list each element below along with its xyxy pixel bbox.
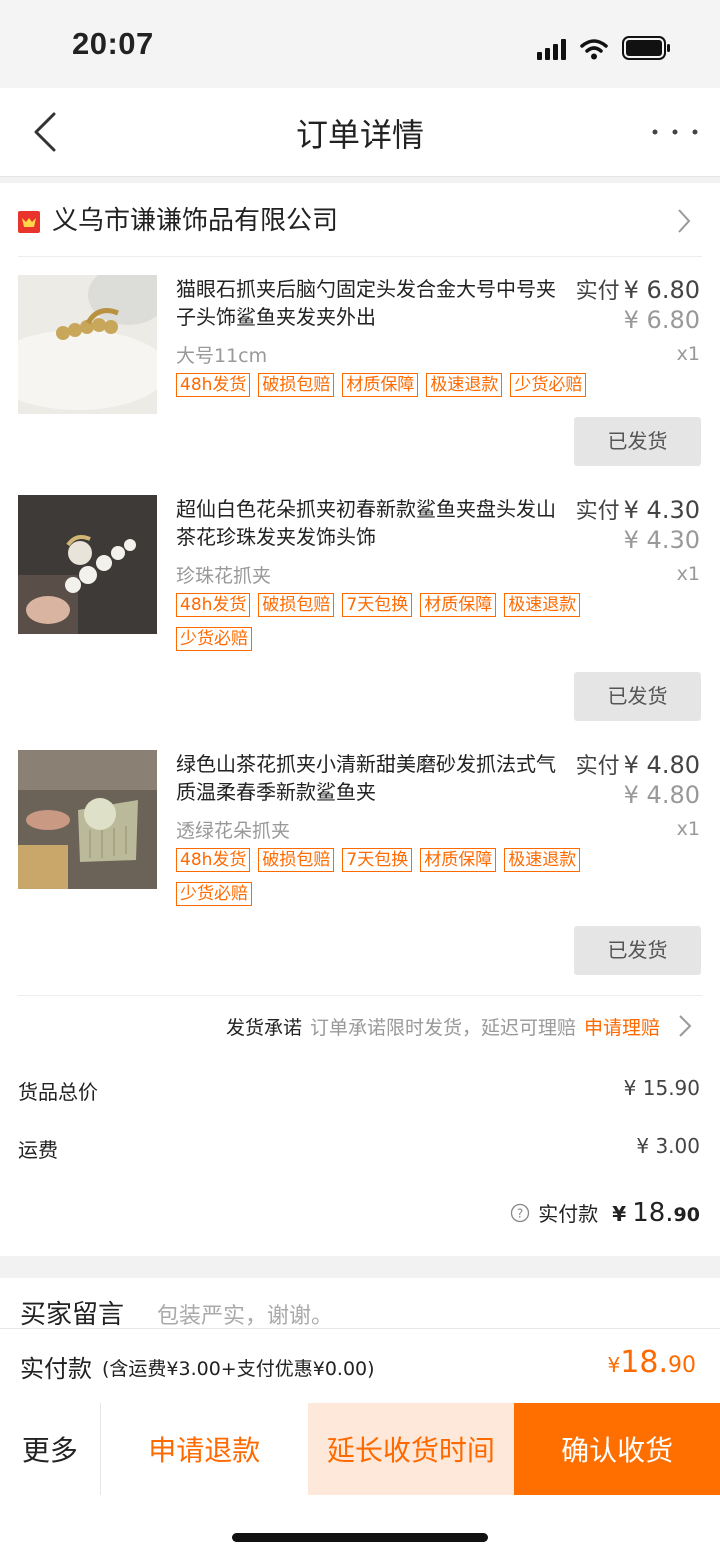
signal-icon	[537, 38, 566, 60]
shop-name: 义乌市谦谦饰品有限公司	[52, 206, 339, 236]
shipping-fee-value: ¥ 3.00	[636, 1134, 700, 1158]
product-title[interactable]: 猫眼石抓夹后脑勺固定头发合金大号中号夹子头饰鲨鱼夹发夹外出	[176, 275, 556, 331]
nav-bar: 订单详情	[0, 88, 720, 177]
pay-label: 实付款	[20, 1355, 92, 1383]
service-tag: 48h发货	[176, 593, 251, 617]
page-title: 订单详情	[295, 116, 424, 154]
service-tag: 少货必赔	[176, 627, 252, 651]
service-tag: 材质保障	[420, 593, 497, 617]
promise-label: 发货承诺	[225, 1016, 302, 1039]
service-tag: 破损包赔	[258, 593, 335, 617]
home-indicator[interactable]	[232, 1533, 488, 1542]
service-tag: 7天包换	[342, 593, 413, 617]
service-tags: 48h发货 破损包赔 材质保障 极速退款 少货必赔	[176, 373, 636, 397]
action-bar: 更多 申请退款 延长收货时间 确认收货	[0, 1403, 720, 1495]
price-original: ¥ 4.30	[623, 526, 700, 554]
promise-text: 订单承诺限时发货，延迟可理赔	[309, 1016, 576, 1039]
price-actual: 实付 ¥ 4.80	[576, 750, 700, 782]
product-spec: 珍珠花抓夹	[176, 565, 272, 587]
product-qty: x1	[676, 818, 700, 840]
price-actual-label: 实付	[575, 279, 620, 304]
service-tag: 破损包赔	[258, 373, 335, 397]
paid-total-currency: ¥	[612, 1202, 627, 1226]
price-original: ¥ 6.80	[623, 306, 700, 334]
service-tags: 48h发货 破损包赔 7天包换 材质保障 极速退款 少货必赔	[176, 593, 636, 651]
shipping-promise-row[interactable]: 发货承诺 订单承诺限时发货，延迟可理赔 申请理赔	[226, 1011, 692, 1041]
shipped-status-button[interactable]: 已发货	[574, 926, 701, 975]
service-tag: 少货必赔	[176, 882, 252, 906]
price-actual: 实付 ¥ 6.80	[576, 275, 700, 307]
divider	[18, 995, 702, 996]
request-refund-button[interactable]: 申请退款	[100, 1403, 308, 1495]
paid-total-decimal: 90	[673, 1204, 700, 1226]
goods-total-value: ¥ 15.90	[623, 1076, 700, 1100]
product-qty: x1	[676, 563, 700, 585]
service-tag: 材质保障	[342, 373, 419, 397]
shipping-fee-row: 运费 ¥ 3.00	[18, 1134, 700, 1164]
product-qty: x1	[676, 343, 700, 365]
service-tag: 极速退款	[426, 373, 503, 397]
claim-link[interactable]: 申请理赔	[584, 1013, 660, 1040]
buyer-message-label: 买家留言	[20, 1300, 125, 1328]
product-title[interactable]: 超仙白色花朵抓夹初春新款鲨鱼夹盘头发山茶花珍珠发夹发饰头饰	[176, 495, 556, 551]
shop-header[interactable]: 义乌市谦谦饰品有限公司	[18, 201, 700, 241]
chevron-right-icon	[676, 207, 692, 235]
divider	[18, 256, 702, 257]
service-tag: 极速退款	[504, 593, 581, 617]
more-dots-icon[interactable]	[650, 124, 700, 138]
status-bar: 20:07	[0, 0, 720, 88]
status-time: 20:07	[72, 26, 154, 61]
buyer-message-card: 买家留言 包装严实，谢谢。	[0, 1278, 720, 1328]
confirm-receipt-button[interactable]: 确认收货	[514, 1403, 720, 1495]
price-actual-label: 实付	[575, 754, 620, 779]
price-actual: 实付 ¥ 4.30	[576, 495, 700, 527]
service-tag: 材质保障	[420, 848, 497, 872]
product-spec: 大号11cm	[176, 345, 268, 367]
more-button[interactable]: 更多	[0, 1403, 101, 1495]
service-tag: 极速退款	[504, 848, 581, 872]
shipping-fee-label: 运费	[18, 1138, 58, 1162]
pay-amount: ¥18.90	[608, 1345, 696, 1380]
pay-currency: ¥	[607, 1353, 621, 1377]
service-tag: 少货必赔	[510, 373, 587, 397]
service-tag: 7天包换	[342, 848, 413, 872]
service-tags: 48h发货 破损包赔 7天包换 材质保障 极速退款 少货必赔	[176, 848, 636, 906]
service-tag: 48h发货	[176, 848, 251, 872]
product-spec: 透绿花朵抓夹	[176, 820, 291, 842]
price-original: ¥ 4.80	[623, 781, 700, 809]
shipped-status-button[interactable]: 已发货	[574, 417, 701, 466]
product-image[interactable]	[18, 495, 157, 634]
product-image[interactable]	[18, 750, 157, 889]
goods-total-row: 货品总价 ¥ 15.90	[18, 1076, 700, 1106]
paid-total-integer: 18.	[632, 1198, 674, 1228]
svg-text:?: ?	[517, 1207, 523, 1221]
price-actual-value: ¥ 6.80	[623, 276, 700, 304]
payment-summary-bar: 实付款 (含运费¥3.00+支付优惠¥0.00) ¥18.90	[0, 1328, 720, 1404]
paid-total-row: ? 实付款 ¥ 18. 90	[510, 1198, 700, 1228]
wifi-icon	[580, 38, 608, 60]
order-card: 义乌市谦谦饰品有限公司 猫眼石抓夹后脑勺固定头发合金大号中号夹子头饰鲨鱼夹发夹外…	[0, 183, 720, 1256]
pay-integer: 18.	[620, 1345, 668, 1380]
service-tag: 48h发货	[176, 373, 251, 397]
service-tag: 破损包赔	[258, 848, 335, 872]
price-actual-value: ¥ 4.80	[623, 751, 700, 779]
product-title[interactable]: 绿色山茶花抓夹小清新甜美磨砂发抓法式气质温柔春季新款鲨鱼夹	[176, 750, 556, 806]
extend-receipt-button[interactable]: 延长收货时间	[307, 1403, 515, 1495]
product-image[interactable]	[18, 275, 157, 414]
pay-detail: (含运费¥3.00+支付优惠¥0.00)	[102, 1358, 375, 1380]
shop-logo-icon	[18, 211, 40, 233]
price-actual-label: 实付	[575, 499, 620, 524]
chevron-right-icon	[679, 1015, 692, 1037]
pay-decimal: 90	[668, 1353, 696, 1378]
buyer-message-text: 包装严实，谢谢。	[157, 1304, 334, 1328]
price-actual-value: ¥ 4.30	[623, 496, 700, 524]
help-circle-icon[interactable]: ?	[510, 1203, 530, 1223]
paid-total-label: 实付款	[538, 1202, 599, 1226]
home-indicator-area	[0, 1495, 720, 1558]
status-icons	[537, 34, 672, 60]
shipped-status-button[interactable]: 已发货	[574, 672, 701, 721]
goods-total-label: 货品总价	[18, 1080, 98, 1104]
battery-icon	[622, 36, 672, 60]
